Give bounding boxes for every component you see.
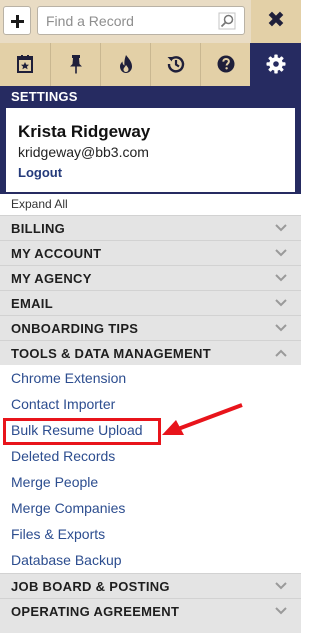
- tab-help[interactable]: [200, 43, 249, 86]
- annotation-arrow: [162, 403, 243, 435]
- section-billing[interactable]: BILLING: [0, 215, 301, 240]
- tab-settings[interactable]: [250, 43, 301, 86]
- section-label: BILLING: [11, 221, 66, 236]
- section-label: JOB BOARD & POSTING: [11, 579, 170, 594]
- section-tools-data-management[interactable]: TOOLS & DATA MANAGEMENT: [0, 340, 301, 365]
- highlight-box: [3, 418, 161, 445]
- menu-item-contact-importer[interactable]: Contact Importer: [0, 391, 301, 417]
- flame-icon: [120, 55, 132, 73]
- settings-title: SETTINGS: [11, 89, 78, 104]
- menu-footer: [0, 622, 301, 633]
- expand-all-link[interactable]: Expand All: [11, 197, 68, 211]
- menu-item-database-backup[interactable]: Database Backup: [0, 547, 301, 573]
- help-icon: [217, 55, 235, 73]
- section-label: TOOLS & DATA MANAGEMENT: [11, 346, 211, 361]
- menu-item-chrome-extension[interactable]: Chrome Extension: [0, 365, 301, 391]
- menu-item-label: Chrome Extension: [11, 370, 127, 386]
- history-icon: [167, 56, 185, 73]
- chevron-down-icon: [275, 582, 287, 590]
- section-label: ONBOARDING TIPS: [11, 321, 139, 336]
- chevron-down-icon: [275, 274, 287, 282]
- panel-border-right: [295, 108, 301, 194]
- section-label: OPERATING AGREEMENT: [11, 604, 180, 619]
- search-field[interactable]: [37, 6, 245, 35]
- section-email[interactable]: EMAIL: [0, 290, 301, 315]
- menu-item-label: Deleted Records: [11, 448, 116, 464]
- chevron-down-icon: [275, 299, 287, 307]
- section-label: EMAIL: [11, 296, 53, 311]
- close-panel-button[interactable]: ✖: [251, 0, 301, 43]
- menu-item-label: Merge People: [11, 474, 99, 490]
- settings-header: SETTINGS: [0, 86, 301, 108]
- calendar-star-icon: [17, 55, 33, 73]
- chevron-down-icon: [275, 224, 287, 232]
- tab-hot[interactable]: [100, 43, 149, 86]
- section-my-account[interactable]: MY ACCOUNT: [0, 240, 301, 265]
- add-record-button[interactable]: [3, 6, 31, 35]
- icon-tab-bar: [0, 43, 301, 86]
- profile-email: kridgeway@bb3.com: [18, 144, 149, 160]
- top-toolbar: ✖: [0, 0, 301, 43]
- section-label: MY AGENCY: [11, 271, 92, 286]
- tab-history[interactable]: [150, 43, 199, 86]
- chevron-down-icon: [275, 324, 287, 332]
- pin-icon: [70, 55, 82, 74]
- menu-item-deleted-records[interactable]: Deleted Records: [0, 443, 301, 469]
- logout-link[interactable]: Logout: [18, 165, 62, 180]
- search-icon[interactable]: [218, 12, 236, 30]
- profile-name: Krista Ridgeway: [18, 122, 151, 141]
- section-operating-agreement[interactable]: OPERATING AGREEMENT: [0, 598, 301, 623]
- section-label: MY ACCOUNT: [11, 246, 102, 261]
- chevron-down-icon: [275, 249, 287, 257]
- profile-card: Krista Ridgeway kridgeway@bb3.com Logout: [6, 108, 295, 192]
- menu-item-label: Database Backup: [11, 552, 122, 568]
- gear-icon: [266, 54, 286, 74]
- menu-item-label: Contact Importer: [11, 396, 116, 412]
- section-my-agency[interactable]: MY AGENCY: [0, 265, 301, 290]
- close-icon: ✖: [266, 8, 286, 33]
- tab-calendar[interactable]: [0, 43, 49, 86]
- menu-item-label: Merge Companies: [11, 500, 126, 516]
- menu-item-merge-companies[interactable]: Merge Companies: [0, 495, 301, 521]
- tab-pinned[interactable]: [50, 43, 99, 86]
- section-job-board-posting[interactable]: JOB BOARD & POSTING: [0, 573, 301, 598]
- menu-item-label: Files & Exports: [11, 526, 106, 542]
- chevron-down-icon: [275, 607, 287, 615]
- search-input[interactable]: [46, 11, 216, 31]
- panel-border-bottom: [0, 192, 301, 194]
- menu-item-merge-people[interactable]: Merge People: [0, 469, 301, 495]
- section-onboarding-tips[interactable]: ONBOARDING TIPS: [0, 315, 301, 340]
- chevron-up-icon: [275, 349, 287, 357]
- menu-item-files-exports[interactable]: Files & Exports: [0, 521, 301, 547]
